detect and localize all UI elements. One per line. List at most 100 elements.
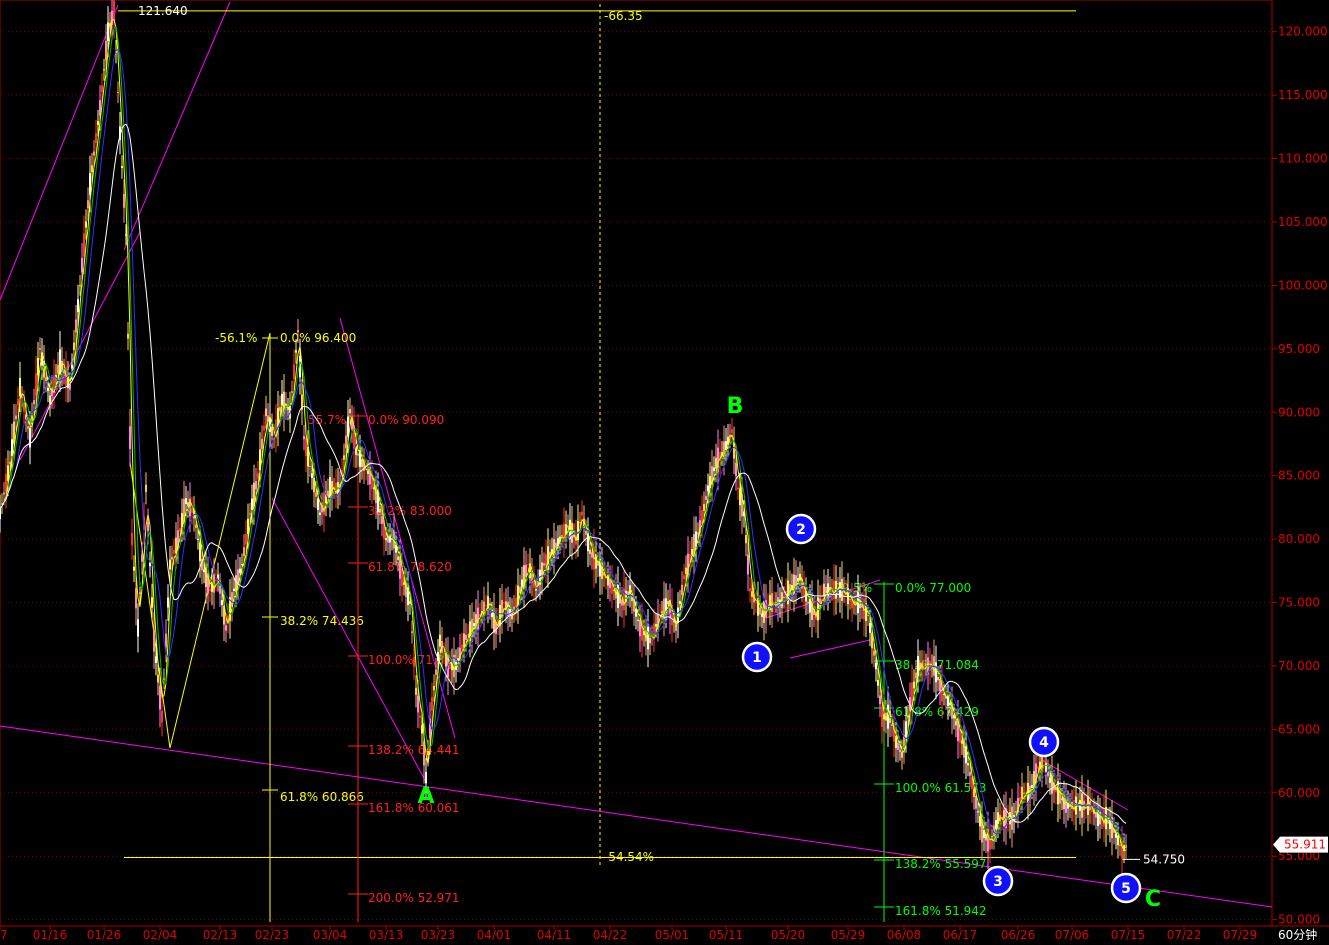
candle-body bbox=[153, 629, 155, 652]
candle-body bbox=[873, 650, 875, 656]
candle-body bbox=[137, 619, 139, 637]
y-tick-label: 65.000 bbox=[1278, 722, 1320, 736]
candle-body bbox=[315, 492, 317, 497]
candle-body bbox=[783, 596, 785, 599]
last-low-label: 54.750 bbox=[1143, 852, 1185, 866]
candle-body bbox=[81, 257, 83, 273]
candle-body bbox=[1015, 811, 1017, 813]
x-tick-label: 03/13 bbox=[369, 928, 404, 940]
candle-body bbox=[135, 588, 137, 609]
x-tick-label: 02/04 bbox=[143, 928, 178, 940]
candle-body bbox=[747, 554, 749, 575]
candle-body bbox=[679, 601, 681, 605]
candle-body bbox=[703, 503, 705, 511]
candle-body bbox=[221, 600, 223, 605]
candle-body bbox=[121, 166, 123, 168]
candle-body bbox=[1031, 784, 1033, 788]
channel-upper-left bbox=[0, 4, 119, 301]
candle-body bbox=[233, 588, 235, 592]
candle-body bbox=[935, 662, 937, 683]
candle-body bbox=[151, 597, 153, 608]
candle-body bbox=[411, 631, 413, 633]
candle-body bbox=[147, 521, 149, 532]
fib2-label: 161.8% 60.061 bbox=[368, 801, 460, 815]
candle-body bbox=[129, 426, 131, 449]
fib1-label: 38.2% 74.436 bbox=[280, 614, 364, 628]
candle-body bbox=[101, 85, 103, 92]
candle-body bbox=[249, 513, 251, 515]
candle-body bbox=[167, 597, 169, 608]
candle-body bbox=[123, 193, 125, 208]
price-chart[interactable]: 50.00055.00060.00065.00070.00075.00080.0… bbox=[0, 0, 1329, 942]
fib3-label: 0.0% 77.000 bbox=[895, 581, 971, 595]
chart-area: 50.000 55.000 60.000 65.000 70.000 75.000 80.0… bbox=[0, 0, 1329, 942]
y-tick-label: 70.000 bbox=[1278, 659, 1320, 673]
candle-body bbox=[3, 492, 5, 495]
candle-body bbox=[433, 685, 435, 691]
candle-body bbox=[163, 678, 165, 680]
candle-body bbox=[103, 69, 105, 71]
candle-body bbox=[899, 750, 901, 752]
fib3-label: 138.2% 55.597 bbox=[895, 857, 987, 871]
candle-body bbox=[225, 625, 227, 631]
candle-body bbox=[535, 589, 537, 591]
candle-body bbox=[139, 592, 141, 594]
wave-number-label: 5 bbox=[1121, 881, 1131, 897]
candle-body bbox=[39, 348, 41, 350]
candle-body bbox=[849, 599, 851, 601]
x-tick-label: 07/06 bbox=[1055, 928, 1090, 940]
candle-body bbox=[1021, 786, 1023, 799]
candle-body bbox=[75, 319, 77, 333]
candle-body bbox=[49, 395, 51, 404]
fib1-label: 61.8% 60.866 bbox=[280, 790, 364, 804]
candle-body bbox=[463, 633, 465, 648]
candle-body bbox=[105, 40, 107, 61]
candle-body bbox=[349, 409, 351, 414]
candle-body bbox=[503, 602, 505, 604]
x-tick-label: 07 bbox=[0, 928, 8, 940]
candle-body bbox=[203, 569, 205, 573]
x-tick-label: 05/29 bbox=[831, 928, 866, 940]
candle-body bbox=[955, 720, 957, 726]
x-tick-label: 04/22 bbox=[593, 928, 628, 940]
candle-body bbox=[1045, 763, 1047, 772]
wave-number-label: 4 bbox=[1039, 735, 1049, 751]
x-tick-label: 01/26 bbox=[87, 928, 122, 940]
y-tick-label: 95.000 bbox=[1278, 342, 1320, 356]
candle-body bbox=[79, 285, 81, 287]
candle-body bbox=[649, 637, 651, 644]
candle-body bbox=[455, 662, 457, 670]
candle-body bbox=[199, 542, 201, 562]
candle-body bbox=[907, 715, 909, 718]
candle-body bbox=[807, 601, 809, 604]
candle-body bbox=[27, 426, 29, 429]
x-tick-label: 07/29 bbox=[1223, 928, 1258, 940]
candle-body bbox=[319, 512, 321, 516]
candle-body bbox=[255, 480, 257, 490]
candle-body bbox=[1119, 844, 1121, 846]
candle-body bbox=[869, 622, 871, 633]
candle-body bbox=[425, 771, 427, 784]
candle-body bbox=[93, 151, 95, 156]
candle-body bbox=[555, 542, 557, 549]
candle-body bbox=[749, 588, 751, 592]
candle-body bbox=[281, 393, 283, 406]
candle-body bbox=[705, 495, 707, 500]
y-tick-label: 105.000 bbox=[1278, 215, 1328, 229]
y-tick-label: 110.000 bbox=[1278, 152, 1328, 166]
wave-1-line bbox=[789, 639, 871, 659]
candle-body bbox=[309, 465, 311, 467]
candle-body bbox=[1049, 777, 1051, 783]
period-label: 60分钟 bbox=[1278, 927, 1317, 940]
candle-body bbox=[0, 508, 1, 520]
candle-body bbox=[1019, 797, 1021, 802]
x-tick-label: 06/17 bbox=[943, 928, 978, 940]
candle-body bbox=[265, 408, 267, 417]
candle-body bbox=[589, 549, 591, 554]
y-tick-label: 75.000 bbox=[1278, 596, 1320, 610]
candle-body bbox=[1003, 810, 1005, 827]
candle-body bbox=[161, 710, 163, 723]
y-tick-label: 90.000 bbox=[1278, 405, 1320, 419]
candle-body bbox=[439, 634, 441, 647]
candle-body bbox=[465, 634, 467, 640]
